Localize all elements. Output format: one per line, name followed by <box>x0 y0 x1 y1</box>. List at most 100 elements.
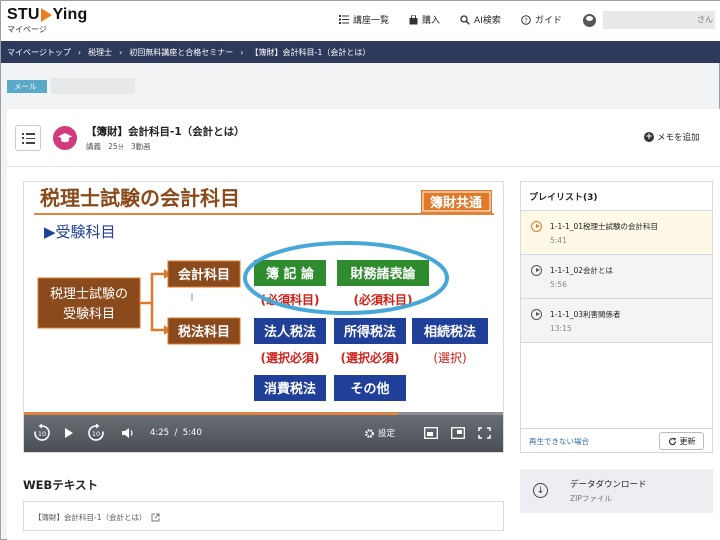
logo-subtitle: マイページ <box>7 25 47 34</box>
minutes-unit: 分 <box>117 144 124 151</box>
gear-icon <box>365 428 374 438</box>
slide-subject-shohi-label: 消費税法 <box>264 381 316 397</box>
breadcrumb: マイページトップ › 税理士 › 初回無料講座と合格セミナー › 【簿財】会計科… <box>1 41 720 63</box>
graduation-cap-icon <box>53 126 77 150</box>
breadcrumb-mypage[interactable]: マイページトップ <box>7 47 71 58</box>
slide-subject-boki-label: 簿 記 論 <box>266 266 315 282</box>
slide-subject-hojin-label: 法人税法 <box>264 324 316 340</box>
cannot-play-link[interactable]: 再生できない場合 <box>529 436 589 447</box>
svg-text:?: ? <box>524 16 527 24</box>
settings-label: 設定 <box>378 429 396 439</box>
search-icon <box>460 14 470 25</box>
top-header: STU Ying マイページ 講座一覧 購入 AI検索 ? ガイド さん <box>1 1 720 41</box>
video-player[interactable]: 税理士試験の会計科目 簿財共通 ▶受験科目 税理士試験の 受験科目 会計科目 税… <box>23 181 504 453</box>
playlist-item-time: 5:41 <box>550 236 567 245</box>
chevron-right-icon: › <box>240 47 244 57</box>
lecture-slide: 税理士試験の会計科目 簿財共通 ▶受験科目 税理士試験の 受験科目 会計科目 税… <box>24 182 503 414</box>
download-icon: ↓ <box>533 483 548 498</box>
slide-tag: 簿財共通 <box>430 195 482 211</box>
settings-button[interactable]: 設定 <box>364 427 395 439</box>
refresh-button[interactable]: 更新 <box>659 432 704 450</box>
download-subtitle: ZIPファイル <box>570 494 612 503</box>
mail-address-redacted <box>51 78 135 94</box>
forward-seconds: 10 <box>92 430 100 438</box>
breadcrumb-zeirishi[interactable]: 税理士 <box>88 47 112 58</box>
progress-fill <box>24 412 398 415</box>
progress-bar[interactable] <box>24 412 503 415</box>
chapter-list-button[interactable] <box>15 125 41 151</box>
slide-subject-sozoku-label: 相続税法 <box>424 324 476 340</box>
play-circle-icon <box>531 265 542 276</box>
web-text-box: 【簿財】会計科目-1（会計とは） <box>23 501 504 531</box>
user-name-redacted: さん <box>603 11 715 29</box>
refresh-icon <box>668 437 676 445</box>
nav-label: 購入 <box>422 16 441 26</box>
nav-label: AI検索 <box>474 16 501 26</box>
lecture-title: 【簿財】会計科目-1（会計とは） <box>86 126 245 138</box>
duration: 5:40 <box>182 428 202 438</box>
nav-course-list[interactable]: 講座一覧 <box>339 13 389 26</box>
slide-subject-zaimu-label: 財務諸表論 <box>349 266 416 282</box>
playlist-item-3[interactable]: 1-1-1_03利害関係者 13:15 <box>521 299 712 343</box>
theater-mode-icon[interactable] <box>451 427 465 439</box>
web-text-link[interactable]: 【簿財】会計科目-1（会計とは） <box>34 512 160 523</box>
web-text-link-label: 【簿財】会計科目-1（会計とは） <box>34 513 147 522</box>
playlist-item-title: 1-1-1_03利害関係者 <box>550 310 621 319</box>
play-icon[interactable] <box>64 427 74 439</box>
breadcrumb-free-course[interactable]: 初回無料講座と合格セミナー <box>129 47 233 58</box>
rewind-seconds: 10 <box>38 430 46 438</box>
shopping-bag-icon <box>409 14 418 24</box>
lecture-minutes: 25 <box>108 142 118 151</box>
logo-text-main: STU <box>7 6 40 23</box>
forward-10-icon[interactable]: 10 <box>86 423 106 443</box>
playlist-item-1[interactable]: 1-1-1_01税理士試験の会計科目 5:41 <box>521 211 712 255</box>
nav-label: 講座一覧 <box>353 16 390 26</box>
volume-icon[interactable] <box>121 427 134 439</box>
plus-circle-icon: + <box>644 132 654 142</box>
slide-branch-tax-label: 税法科目 <box>178 324 230 340</box>
lecture-video-count: 3動画 <box>130 142 151 151</box>
lecture-title-row: 【簿財】会計科目-1（会計とは） 講義 25分 3動画 + メモを追加 <box>7 109 720 167</box>
slide-root-line2: 受験科目 <box>63 307 115 322</box>
logo-play-icon <box>40 8 52 22</box>
refresh-label: 更新 <box>679 436 696 446</box>
play-circle-icon <box>531 309 542 320</box>
data-download-button[interactable]: ↓ データダウンロード ZIPファイル <box>520 469 713 513</box>
external-link-icon <box>151 513 160 522</box>
playlist-header: プレイリスト(3) <box>521 182 712 211</box>
playlist-item-title: 1-1-1_02会計とは <box>550 266 614 275</box>
nav-label: ガイド <box>534 16 562 26</box>
user-menu[interactable]: さん <box>583 11 715 29</box>
playlist-item-time: 13:15 <box>550 324 572 333</box>
slide-branch-accounting-label: 会計科目 <box>178 267 230 283</box>
current-time: 4:25 <box>150 428 170 438</box>
studying-logo[interactable]: STU Ying マイページ <box>7 6 87 35</box>
slide-subject-other-label: その他 <box>350 381 389 397</box>
rewind-10-icon[interactable]: 10 <box>32 423 52 443</box>
list-icon <box>339 15 349 24</box>
help-icon: ? <box>521 14 531 25</box>
download-title: データダウンロード <box>570 480 647 490</box>
nav-purchase[interactable]: 購入 <box>409 13 440 26</box>
picture-in-picture-icon[interactable] <box>424 427 438 439</box>
logo-text-tail: Ying <box>52 6 88 23</box>
playlist: プレイリスト(3) 1-1-1_01税理士試験の会計科目 5:41 1-1-1_… <box>520 181 713 453</box>
player-controls: 10 10 4:25 / 5:40 設定 <box>24 412 503 452</box>
playlist-item-2[interactable]: 1-1-1_02会計とは 5:56 <box>521 255 712 299</box>
slide-subject-shotoku-note: (選択必須) <box>341 350 400 365</box>
slide-subject-hojin-note: (選択必須) <box>261 350 320 365</box>
add-memo-button[interactable]: + メモを追加 <box>644 131 700 143</box>
main-nav: 講座一覧 購入 AI検索 ? ガイド <box>339 13 582 26</box>
slide-subject-sozoku-note: (選択) <box>433 351 466 365</box>
slide-title: 税理士試験の会計科目 <box>40 186 240 210</box>
playlist-item-title: 1-1-1_01税理士試験の会計科目 <box>550 222 659 231</box>
fullscreen-icon[interactable] <box>478 427 491 439</box>
play-circle-icon <box>531 221 542 232</box>
lecture-meta: 講義 25分 3動画 <box>86 141 151 152</box>
slide-root-line1: 税理士試験の <box>50 286 128 302</box>
nav-ai-search[interactable]: AI検索 <box>460 13 501 26</box>
user-suffix: さん <box>697 15 713 24</box>
slide-subject-shotoku-label: 所得税法 <box>344 324 396 340</box>
chevron-right-icon: › <box>77 47 82 57</box>
nav-guide[interactable]: ? ガイド <box>521 13 562 26</box>
